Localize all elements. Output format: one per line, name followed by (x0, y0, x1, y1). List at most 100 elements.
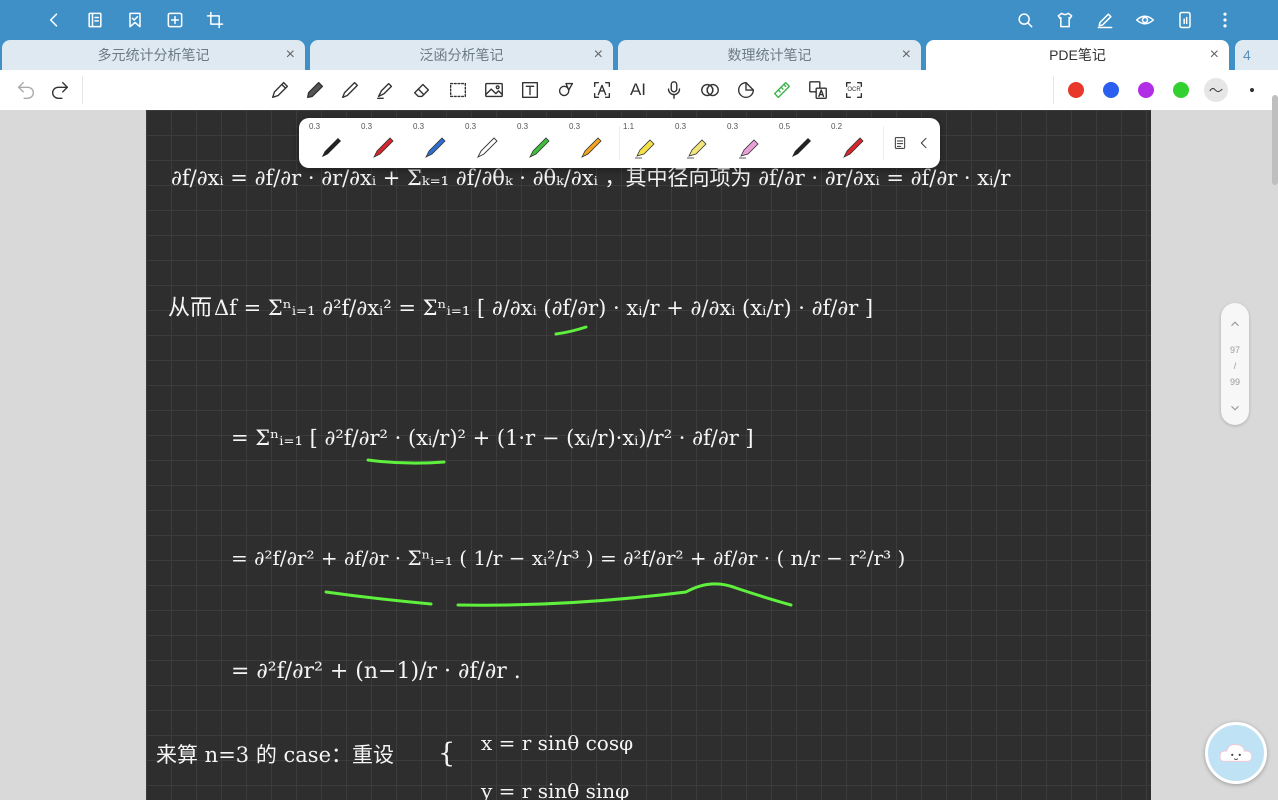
tab-label: 泛函分析笔记 (419, 47, 504, 63)
palette-divider (883, 126, 884, 160)
note-line-result: = ∂²f/∂r² + (n−1)/r · ∂f/∂r . (231, 659, 521, 684)
eraser-icon[interactable] (410, 78, 434, 102)
highlight-stroke (324, 590, 433, 606)
pen-preset-green[interactable]: 0.3 (515, 118, 565, 168)
pen-width: 1.1 (623, 122, 635, 131)
ocr-label: OCR (847, 87, 861, 93)
ocr-icon[interactable]: OCR (842, 78, 866, 102)
microphone-icon[interactable] (662, 78, 686, 102)
color-swatch-green[interactable] (1173, 82, 1189, 98)
pen-icon (792, 138, 811, 157)
pen-icon (425, 137, 446, 158)
notebook-icon[interactable] (83, 8, 107, 32)
handwriting-layer: ∂f/∂xᵢ = ∂f/∂r · ∂r/∂xᵢ + Σₖ₌₁ ∂f/∂θₖ · … (156, 166, 1011, 800)
pen-width: 0.2 (831, 122, 843, 131)
toolbar-divider (82, 76, 83, 104)
tab-functional-analysis[interactable]: 泛函分析笔记 × (310, 40, 613, 70)
search-icon[interactable] (1013, 8, 1037, 32)
shape-icon[interactable] (554, 78, 578, 102)
palette-divider (619, 126, 620, 160)
fountain-pen-icon[interactable] (268, 78, 292, 102)
highlighter-icon[interactable] (373, 78, 397, 102)
tab-pde-notes[interactable]: PDE笔记 × (926, 40, 1229, 70)
brace-glyph: { (438, 738, 455, 769)
pen-preset-red[interactable]: 0.3 (359, 118, 409, 168)
pen-mode-icon[interactable] (1093, 8, 1117, 32)
app-bar (0, 0, 1278, 40)
assistant-cloud-icon[interactable] (1205, 722, 1267, 784)
highlighter-preset-pink[interactable]: 0.3 (725, 118, 775, 168)
pen-width: 0.3 (727, 122, 739, 131)
pencil-icon[interactable] (303, 78, 327, 102)
highlight-stroke (366, 458, 446, 465)
ai-icon[interactable]: AI (626, 78, 650, 102)
pen-icon (476, 137, 498, 159)
tab-multivariate-stats[interactable]: 多元统计分析笔记 × (2, 40, 305, 70)
more-vert-icon[interactable] (1213, 8, 1237, 32)
pen-preset-white[interactable]: 0.3 (463, 118, 513, 168)
pen-preset-blue[interactable]: 0.3 (411, 118, 461, 168)
ai-label: AI (629, 80, 647, 99)
pen-preset-black[interactable]: 0.3 (307, 118, 357, 168)
page-indicator[interactable]: 97 / 99 (1221, 303, 1249, 425)
highlight-stroke (554, 325, 588, 336)
highlighter-preset-lightyellow[interactable]: 0.3 (673, 118, 723, 168)
tab-overflow[interactable]: 4 (1235, 40, 1278, 70)
ruler-icon[interactable] (770, 78, 794, 102)
sticker-icon[interactable] (734, 78, 758, 102)
page-up-icon[interactable] (1221, 317, 1249, 333)
scrollbar[interactable] (1272, 95, 1278, 185)
color-swatch-blue[interactable] (1103, 82, 1119, 98)
highlighter-icon (687, 139, 707, 159)
undo-icon[interactable] (14, 78, 38, 102)
image-icon[interactable] (482, 78, 506, 102)
theme-shirt-icon[interactable] (1053, 8, 1077, 32)
palette-settings-icon[interactable] (888, 131, 912, 155)
close-icon[interactable]: × (594, 46, 603, 64)
tab-bar: 多元统计分析笔记 × 泛函分析笔记 × 数理统计笔记 × PDE笔记 × 4 (0, 40, 1278, 70)
pen-width: 0.3 (413, 122, 425, 131)
back-icon[interactable] (42, 8, 66, 32)
note-line-chain-rule: ∂f/∂xᵢ = ∂f/∂r · ∂r/∂xᵢ + Σₖ₌₁ ∂f/∂θₖ · … (171, 166, 1011, 190)
close-icon[interactable]: × (902, 46, 911, 64)
highlighter-preset-yellow[interactable]: 1.1 (621, 118, 671, 168)
pen-width: 0.3 (569, 122, 581, 131)
audio-note-icon[interactable] (698, 78, 722, 102)
pen-palette: 0.3 0.3 0.3 0.3 0.3 0.3 1.1 0.3 0.3 0.5 … (299, 118, 940, 168)
redo-icon[interactable] (48, 78, 72, 102)
total-pages: 99 (1229, 377, 1240, 387)
close-icon[interactable]: × (1210, 46, 1219, 64)
pen-preset-red-thin[interactable]: 0.2 (829, 118, 879, 168)
text-recognize-icon[interactable] (590, 78, 614, 102)
page-down-icon[interactable] (1221, 401, 1249, 417)
stroke-size-icon[interactable] (1240, 78, 1264, 102)
add-page-icon[interactable] (163, 8, 187, 32)
note-line-x-spherical: x = r sinθ cosφ (481, 731, 633, 755)
close-icon[interactable]: × (286, 46, 295, 64)
pen-width: 0.5 (779, 122, 791, 131)
pen-preset-black-thick[interactable]: 0.5 (777, 118, 827, 168)
stroke-style-icon[interactable] (1204, 78, 1228, 102)
color-swatch-red[interactable] (1068, 82, 1084, 98)
bookmark-icon[interactable] (123, 8, 147, 32)
tab-label: 多元统计分析笔记 (97, 47, 210, 63)
pen-icon (581, 137, 602, 158)
lasso-select-icon[interactable] (446, 78, 470, 102)
pen-width: 0.3 (675, 122, 687, 131)
collapse-palette-icon[interactable] (912, 131, 936, 155)
text-box-icon[interactable] (518, 78, 542, 102)
eye-icon[interactable] (1133, 8, 1157, 32)
color-swatch-purple[interactable] (1138, 82, 1154, 98)
ballpoint-pen-icon[interactable] (338, 78, 362, 102)
note-canvas[interactable]: ∂f/∂xᵢ = ∂f/∂r · ∂r/∂xᵢ + Σₖ₌₁ ∂f/∂θₖ · … (146, 110, 1151, 800)
translate-icon[interactable] (806, 78, 830, 102)
crop-icon[interactable] (203, 8, 227, 32)
device-icon[interactable] (1173, 8, 1197, 32)
toolbar: AI OCR (0, 70, 1278, 111)
pen-width: 0.3 (517, 122, 529, 131)
pen-preset-orange[interactable]: 0.3 (567, 118, 617, 168)
pen-width: 0.3 (465, 122, 477, 131)
tab-label: PDE笔记 (1049, 47, 1106, 63)
tab-mathematical-stats[interactable]: 数理统计笔记 × (618, 40, 921, 70)
note-line-therefore-label: 从而 (168, 296, 212, 321)
